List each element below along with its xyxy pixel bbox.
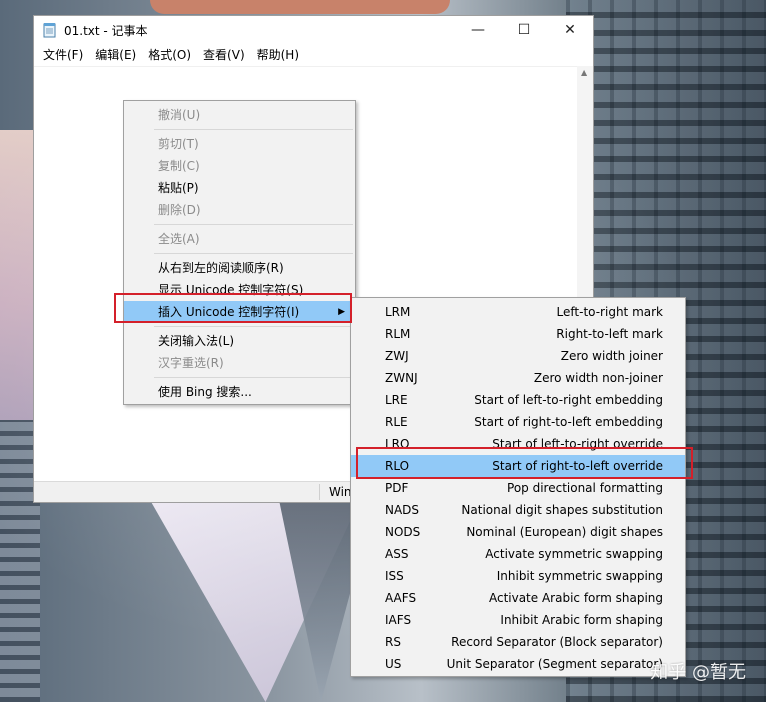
item-code: RS — [385, 635, 401, 649]
submenu-item-zwnj[interactable]: ZWNJ Zero width non-joiner — [351, 367, 685, 389]
menu-file[interactable]: 文件(F) — [37, 44, 89, 66]
item-desc: Right-to-left mark — [556, 327, 663, 341]
item-desc: Start of left-to-right embedding — [474, 393, 663, 407]
notepad-icon — [43, 23, 56, 38]
window-title: 01.txt - 记事本 — [64, 23, 148, 38]
item-code: NODS — [385, 525, 421, 539]
item-desc: Activate Arabic form shaping — [488, 591, 663, 605]
maximize-button[interactable]: ☐ — [501, 16, 547, 44]
title-bar[interactable]: 01.txt - 记事本 — ☐ ✕ — [34, 16, 593, 44]
menu-item-copy[interactable]: 复制(C) — [124, 155, 355, 177]
item-desc: Zero width joiner — [560, 349, 663, 363]
submenu-arrow-icon: ▶ — [338, 307, 345, 317]
submenu-item-zwj[interactable]: ZWJ Zero width joiner — [351, 345, 685, 367]
submenu-item-nods[interactable]: NODS Nominal (European) digit shapes — [351, 521, 685, 543]
item-desc: Inhibit Arabic form shaping — [500, 613, 663, 627]
item-code: PDF — [385, 481, 409, 495]
item-desc: Inhibit symmetric swapping — [496, 569, 663, 583]
submenu-item-pdf[interactable]: PDF Pop directional formatting — [351, 477, 685, 499]
item-desc: National digit shapes substitution — [461, 503, 663, 517]
item-desc: Unit Separator (Segment separator) — [446, 657, 663, 671]
minimize-icon: — — [471, 22, 485, 38]
menu-item-rtl-reading-order[interactable]: 从右到左的阅读顺序(R) — [124, 257, 355, 279]
submenu-item-us[interactable]: US Unit Separator (Segment separator) — [351, 653, 685, 675]
menu-view[interactable]: 查看(V) — [197, 44, 251, 66]
close-icon: ✕ — [564, 22, 576, 38]
submenu-item-nads[interactable]: NADS National digit shapes substitution — [351, 499, 685, 521]
submenu-item-rlo[interactable]: RLO Start of right-to-left override — [351, 455, 685, 477]
item-code: LRO — [385, 437, 410, 451]
menu-item-label: 插入 Unicode 控制字符(I) — [158, 305, 300, 319]
menu-help[interactable]: 帮助(H) — [251, 44, 305, 66]
scroll-up-icon[interactable]: ▲ — [581, 68, 587, 77]
menu-item-undo[interactable]: 撤消(U) — [124, 104, 355, 126]
status-text: Win — [329, 485, 352, 499]
background-illustration-hair — [150, 0, 450, 14]
submenu-item-rlm[interactable]: RLM Right-to-left mark — [351, 323, 685, 345]
maximize-icon: ☐ — [517, 22, 531, 38]
item-code: ZWNJ — [385, 371, 418, 385]
status-separator — [319, 484, 320, 500]
item-desc: Record Separator (Block separator) — [451, 635, 663, 649]
item-code: AAFS — [385, 591, 417, 605]
menu-bar: 文件(F) 编辑(E) 格式(O) 查看(V) 帮助(H) — [34, 44, 593, 66]
menu-format[interactable]: 格式(O) — [142, 44, 197, 66]
submenu-item-lrm[interactable]: LRM Left-to-right mark — [351, 301, 685, 323]
menu-item-reconvert[interactable]: 汉字重选(R) — [124, 352, 355, 374]
item-code: LRE — [385, 393, 408, 407]
item-desc: Start of left-to-right override — [492, 437, 663, 451]
item-code: LRM — [385, 305, 411, 319]
menu-edit[interactable]: 编辑(E) — [89, 44, 142, 66]
menu-separator — [154, 253, 353, 254]
item-desc: Pop directional formatting — [507, 481, 663, 495]
item-desc: Nominal (European) digit shapes — [466, 525, 663, 539]
submenu-item-aafs[interactable]: AAFS Activate Arabic form shaping — [351, 587, 685, 609]
submenu-item-iafs[interactable]: IAFS Inhibit Arabic form shaping — [351, 609, 685, 631]
item-code: RLM — [385, 327, 411, 341]
item-code: RLO — [385, 459, 410, 473]
item-code: ASS — [385, 547, 409, 561]
minimize-button[interactable]: — — [455, 16, 501, 44]
submenu-item-iss[interactable]: ISS Inhibit symmetric swapping — [351, 565, 685, 587]
unicode-control-submenu: LRM Left-to-right mark RLM Right-to-left m… — [350, 297, 686, 677]
watermark: 知乎 @暂无 — [650, 662, 746, 683]
menu-item-delete[interactable]: 删除(D) — [124, 199, 355, 221]
menu-separator — [154, 129, 353, 130]
close-button[interactable]: ✕ — [547, 16, 593, 44]
item-code: ISS — [385, 569, 404, 583]
item-desc: Left-to-right mark — [556, 305, 663, 319]
item-code: IAFS — [385, 613, 412, 627]
submenu-item-lre[interactable]: LRE Start of left-to-right embedding — [351, 389, 685, 411]
submenu-item-rle[interactable]: RLE Start of right-to-left embedding — [351, 411, 685, 433]
item-desc: Zero width non-joiner — [533, 371, 663, 385]
menu-item-close-ime[interactable]: 关闭输入法(L) — [124, 330, 355, 352]
menu-separator — [154, 377, 353, 378]
menu-item-cut[interactable]: 剪切(T) — [124, 133, 355, 155]
menu-separator — [154, 224, 353, 225]
item-code: ZWJ — [385, 349, 409, 363]
item-desc: Start of right-to-left override — [492, 459, 663, 473]
submenu-item-lro[interactable]: LRO Start of left-to-right override — [351, 433, 685, 455]
submenu-item-rs[interactable]: RS Record Separator (Block separator) — [351, 631, 685, 653]
item-desc: Activate symmetric swapping — [485, 547, 663, 561]
item-code: RLE — [385, 415, 408, 429]
menu-item-select-all[interactable]: 全选(A) — [124, 228, 355, 250]
submenu-item-ass[interactable]: ASS Activate symmetric swapping — [351, 543, 685, 565]
menu-item-insert-unicode-control[interactable]: 插入 Unicode 控制字符(I) ▶ — [124, 301, 355, 323]
menu-item-show-unicode-control[interactable]: 显示 Unicode 控制字符(S) — [124, 279, 355, 301]
menu-item-paste[interactable]: 粘贴(P) — [124, 177, 355, 199]
menu-separator — [154, 326, 353, 327]
edit-context-menu: 撤消(U) 剪切(T) 复制(C) 粘贴(P) 删除(D) 全选(A) 从右到左… — [123, 100, 356, 405]
item-code: US — [385, 657, 402, 671]
menu-item-bing-search[interactable]: 使用 Bing 搜索... — [124, 381, 355, 403]
item-code: NADS — [385, 503, 420, 517]
item-desc: Start of right-to-left embedding — [474, 415, 663, 429]
